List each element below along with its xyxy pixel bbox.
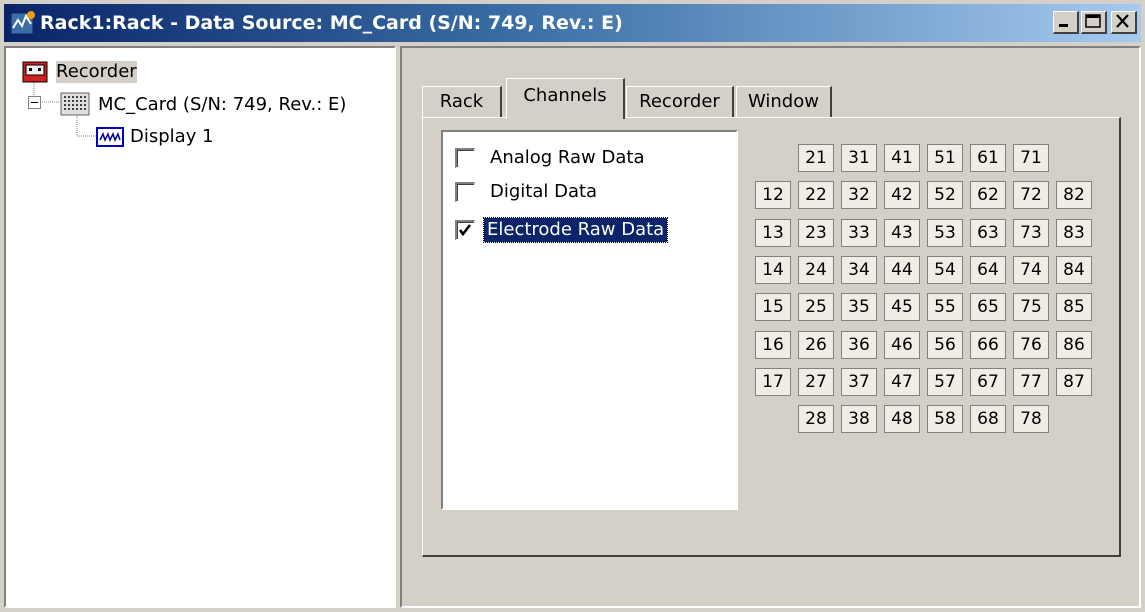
- channel-cell-12[interactable]: 12: [755, 181, 791, 209]
- channel-cell-34[interactable]: 34: [841, 256, 877, 284]
- minimize-button[interactable]: [1053, 11, 1079, 34]
- channel-cell-41[interactable]: 41: [884, 144, 920, 172]
- channel-cell-32[interactable]: 32: [841, 181, 877, 209]
- channel-cell-68[interactable]: 68: [970, 405, 1006, 433]
- label-analog-raw-data[interactable]: Analog Raw Data: [487, 146, 647, 170]
- channel-cell-64[interactable]: 64: [970, 256, 1006, 284]
- channel-cell-51[interactable]: 51: [927, 144, 963, 172]
- channel-cell-35[interactable]: 35: [841, 293, 877, 321]
- channel-cell-65[interactable]: 65: [970, 293, 1006, 321]
- channel-cell-52[interactable]: 52: [927, 181, 963, 209]
- channel-cell-17[interactable]: 17: [755, 368, 791, 396]
- channel-cell-82[interactable]: 82: [1056, 181, 1092, 209]
- card-icon: [60, 92, 90, 116]
- channel-cell-22[interactable]: 22: [798, 181, 834, 209]
- recorder-icon: [22, 61, 48, 83]
- title-bar[interactable]: Rack1:Rack - Data Source: MC_Card (S/N: …: [4, 4, 1141, 42]
- channel-cell-57[interactable]: 57: [927, 368, 963, 396]
- app-icon: [10, 11, 35, 35]
- channel-cell-33[interactable]: 33: [841, 219, 877, 247]
- tab-window[interactable]: Window: [736, 86, 832, 117]
- channel-cell-25[interactable]: 25: [798, 293, 834, 321]
- channel-cell-58[interactable]: 58: [927, 405, 963, 433]
- tab-rack[interactable]: Rack: [422, 86, 502, 117]
- minimize-icon: [1059, 24, 1068, 27]
- close-icon: [1116, 14, 1129, 28]
- channel-cell-77[interactable]: 77: [1013, 368, 1049, 396]
- channel-cell-21[interactable]: 21: [798, 144, 834, 172]
- check-mark-icon: [458, 224, 472, 237]
- checkbox-electrode-raw-data[interactable]: [455, 220, 475, 240]
- channel-cell-83[interactable]: 83: [1056, 219, 1092, 247]
- channel-cell-45[interactable]: 45: [884, 293, 920, 321]
- label-electrode-raw-data[interactable]: Electrode Raw Data: [482, 217, 669, 243]
- tree-item-recorder[interactable]: Recorder: [56, 61, 137, 83]
- channel-cell-23[interactable]: 23: [798, 219, 834, 247]
- tree-item-mc-card[interactable]: MC_Card (S/N: 749, Rev.: E): [98, 94, 346, 116]
- channel-cell-67[interactable]: 67: [970, 368, 1006, 396]
- channel-cell-55[interactable]: 55: [927, 293, 963, 321]
- app-window: Rack1:Rack - Data Source: MC_Card (S/N: …: [0, 0, 1145, 612]
- channel-cell-26[interactable]: 26: [798, 331, 834, 359]
- channel-cell-48[interactable]: 48: [884, 405, 920, 433]
- channel-cell-15[interactable]: 15: [755, 293, 791, 321]
- channel-cell-31[interactable]: 31: [841, 144, 877, 172]
- channel-cell-78[interactable]: 78: [1013, 405, 1049, 433]
- channel-cell-73[interactable]: 73: [1013, 219, 1049, 247]
- channel-cell-28[interactable]: 28: [798, 405, 834, 433]
- tab-recorder[interactable]: Recorder: [626, 86, 734, 117]
- window-title: Rack1:Rack - Data Source: MC_Card (S/N: …: [40, 12, 623, 34]
- channel-cell-43[interactable]: 43: [884, 219, 920, 247]
- channel-cell-76[interactable]: 76: [1013, 331, 1049, 359]
- tree-item-display-1[interactable]: Display 1: [130, 126, 214, 148]
- channel-cell-86[interactable]: 86: [1056, 331, 1092, 359]
- label-digital-data[interactable]: Digital Data: [487, 180, 600, 204]
- maximize-button[interactable]: [1081, 11, 1107, 34]
- checkbox-digital-data[interactable]: [455, 182, 475, 202]
- channel-cell-87[interactable]: 87: [1056, 368, 1092, 396]
- channel-cell-24[interactable]: 24: [798, 256, 834, 284]
- tab-channels[interactable]: Channels: [506, 78, 625, 119]
- channel-cell-75[interactable]: 75: [1013, 293, 1049, 321]
- channel-cell-71[interactable]: 71: [1013, 144, 1049, 172]
- display-icon: [96, 127, 124, 147]
- channel-cell-47[interactable]: 47: [884, 368, 920, 396]
- channel-cell-46[interactable]: 46: [884, 331, 920, 359]
- channel-cell-63[interactable]: 63: [970, 219, 1006, 247]
- maximize-icon: [1085, 14, 1101, 28]
- channel-cell-38[interactable]: 38: [841, 405, 877, 433]
- channel-cell-74[interactable]: 74: [1013, 256, 1049, 284]
- channel-cell-16[interactable]: 16: [755, 331, 791, 359]
- collapse-icon[interactable]: [28, 96, 42, 110]
- channel-cell-53[interactable]: 53: [927, 219, 963, 247]
- channel-cell-56[interactable]: 56: [927, 331, 963, 359]
- channel-cell-85[interactable]: 85: [1056, 293, 1092, 321]
- channel-cell-37[interactable]: 37: [841, 368, 877, 396]
- channel-cell-66[interactable]: 66: [970, 331, 1006, 359]
- channel-cell-13[interactable]: 13: [755, 219, 791, 247]
- channel-cell-14[interactable]: 14: [755, 256, 791, 284]
- channel-cell-42[interactable]: 42: [884, 181, 920, 209]
- close-button[interactable]: [1111, 11, 1137, 34]
- channel-cell-62[interactable]: 62: [970, 181, 1006, 209]
- channel-cell-27[interactable]: 27: [798, 368, 834, 396]
- checkbox-analog-raw-data[interactable]: [455, 148, 475, 168]
- channel-cell-44[interactable]: 44: [884, 256, 920, 284]
- channel-cell-54[interactable]: 54: [927, 256, 963, 284]
- channel-cell-84[interactable]: 84: [1056, 256, 1092, 284]
- channel-cell-72[interactable]: 72: [1013, 181, 1049, 209]
- channel-cell-36[interactable]: 36: [841, 331, 877, 359]
- channel-cell-61[interactable]: 61: [970, 144, 1006, 172]
